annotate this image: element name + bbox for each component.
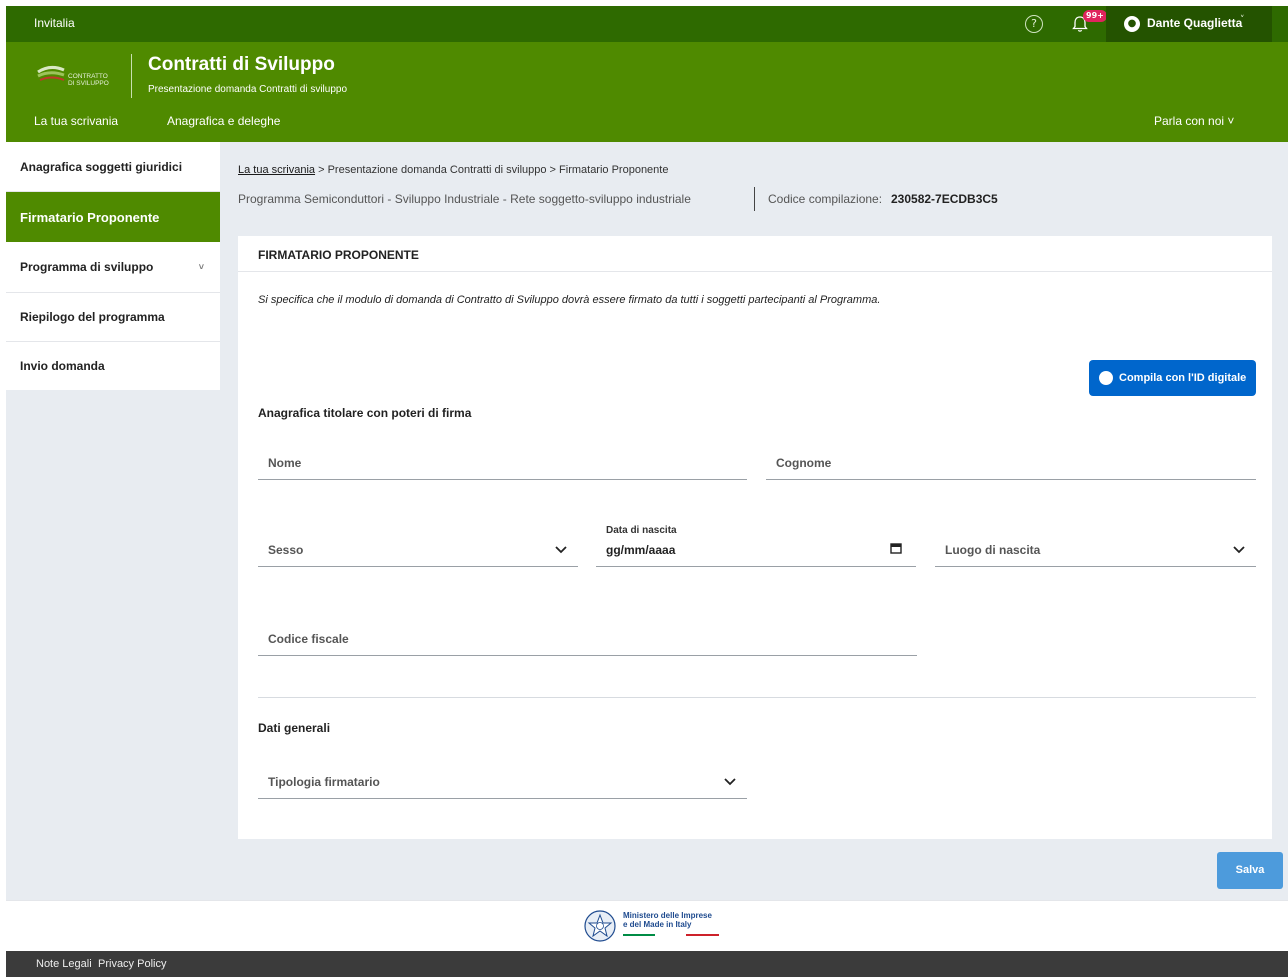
cognome-label: Cognome xyxy=(776,456,832,470)
sidebar-item-label: Anagrafica soggetti giuridici xyxy=(20,160,183,174)
code-label: Codice compilazione: xyxy=(768,192,883,206)
section-divider xyxy=(258,697,1256,698)
footer-logos: Ministero delle Imprese e del Made in It… xyxy=(6,900,1288,951)
ministry-line-2: e del Made in Italy xyxy=(623,920,692,929)
sidebar-item-anagrafica-soggetti[interactable]: Anagrafica soggetti giuridici xyxy=(6,142,220,192)
user-name: Dante Quaglietta xyxy=(1147,16,1243,30)
chevron-down-icon xyxy=(724,778,736,786)
user-avatar-icon: ● xyxy=(1124,16,1140,32)
breadcrumb-trail: > Presentazione domanda Contratti di svi… xyxy=(315,164,669,176)
parla-con-noi-menu[interactable]: Parla con noi ˅ xyxy=(1154,114,1234,128)
nome-field[interactable]: Nome xyxy=(258,450,747,480)
luogo-nascita-select[interactable]: Luogo di nascita xyxy=(935,537,1256,567)
compila-id-label: Compila con l'ID digitale xyxy=(1119,372,1247,384)
sidebar: Anagrafica soggetti giuridici Firmatario… xyxy=(6,142,220,390)
note-legali-link[interactable]: Note Legali xyxy=(36,958,92,970)
code-value: 230582-7ECDB3C5 xyxy=(891,192,998,206)
chevron-down-icon: ˅ xyxy=(1240,15,1245,25)
sesso-select[interactable]: Sesso xyxy=(258,537,578,567)
privacy-policy-link[interactable]: Privacy Policy xyxy=(98,958,166,970)
italian-republic-emblem-icon xyxy=(584,910,616,942)
sidebar-item-programma[interactable]: Programma di sviluppo ˅ xyxy=(6,242,220,293)
info-divider xyxy=(754,187,755,211)
codice-fiscale-label: Codice fiscale xyxy=(268,632,349,646)
notification-badge: 99+ xyxy=(1083,10,1107,22)
sidebar-item-label: Firmatario Proponente xyxy=(20,210,160,225)
luogo-nascita-label: Luogo di nascita xyxy=(945,543,1041,557)
sidebar-item-label: Invio domanda xyxy=(20,359,105,373)
help-icon[interactable]: ? xyxy=(1025,15,1043,33)
chevron-down-icon xyxy=(1233,546,1245,554)
flag-green-line xyxy=(623,934,655,936)
calendar-icon[interactable] xyxy=(890,542,902,554)
sesso-label: Sesso xyxy=(268,543,304,557)
card-title: FIRMATARIO PROPONENTE xyxy=(258,248,419,262)
user-circle-icon xyxy=(1099,371,1113,385)
cognome-field[interactable]: Cognome xyxy=(766,450,1256,480)
sidebar-item-label: Programma di sviluppo xyxy=(20,260,154,274)
user-menu[interactable]: ● Dante Quaglietta ˅ xyxy=(1106,6,1272,42)
section-anagrafica-title: Anagrafica titolare con poteri di firma xyxy=(258,406,472,420)
invitalia-brand[interactable]: Invitalia xyxy=(34,16,75,30)
svg-text:CONTRATTO: CONTRATTO xyxy=(68,73,108,80)
nav-scrivania[interactable]: La tua scrivania xyxy=(34,114,118,128)
save-button[interactable]: Salva xyxy=(1217,852,1283,889)
sidebar-item-riepilogo[interactable]: Riepilogo del programma xyxy=(6,293,220,342)
top-bar: Invitalia ? 99+ ● Dante Quaglietta ˅ xyxy=(6,6,1288,42)
data-nascita-field[interactable]: gg/mm/aaaa xyxy=(596,537,916,567)
tipologia-label: Tipologia firmatario xyxy=(268,775,380,789)
data-nascita-value: gg/mm/aaaa xyxy=(606,543,676,557)
app-header: CONTRATTO DI SVILUPPO Contratti di Svilu… xyxy=(6,42,1288,142)
section-dati-generali-title: Dati generali xyxy=(258,721,331,735)
data-nascita-label: Data di nascita xyxy=(606,525,677,536)
nome-label: Nome xyxy=(268,456,302,470)
flag-red-line xyxy=(686,934,719,936)
tipologia-firmatario-select[interactable]: Tipologia firmatario xyxy=(258,769,747,799)
footer-links: Note Legali Privacy Policy xyxy=(6,951,1288,977)
card-divider xyxy=(238,271,1272,272)
breadcrumb: La tua scrivania > Presentazione domanda… xyxy=(238,164,668,176)
nav-anagrafica-deleghe[interactable]: Anagrafica e deleghe xyxy=(167,114,280,128)
card-note: Si specifica che il modulo di domanda di… xyxy=(258,294,881,306)
logo-divider xyxy=(131,54,132,98)
sidebar-item-invio[interactable]: Invio domanda xyxy=(6,342,220,390)
program-info: Programma Semiconduttori - Sviluppo Indu… xyxy=(238,192,691,206)
contratto-sviluppo-logo[interactable]: CONTRATTO DI SVILUPPO xyxy=(36,58,122,98)
app-subtitle: Presentazione domanda Contratti di svilu… xyxy=(148,84,348,95)
chevron-down-icon xyxy=(555,546,567,554)
ministry-line-1: Ministero delle Imprese xyxy=(623,911,712,920)
sidebar-item-firmatario[interactable]: Firmatario Proponente xyxy=(6,192,220,242)
codice-fiscale-field[interactable]: Codice fiscale xyxy=(258,626,917,656)
compila-id-digitale-button[interactable]: Compila con l'ID digitale xyxy=(1089,360,1256,396)
svg-text:DI SVILUPPO: DI SVILUPPO xyxy=(68,80,109,87)
app-title: Contratti di Sviluppo xyxy=(148,54,335,75)
firmatario-card: FIRMATARIO PROPONENTE Si specifica che i… xyxy=(238,236,1272,839)
ministry-name: Ministero delle Imprese e del Made in It… xyxy=(623,911,712,929)
breadcrumb-home-link[interactable]: La tua scrivania xyxy=(238,164,315,176)
chevron-down-icon: ˅ xyxy=(198,262,204,272)
sidebar-item-label: Riepilogo del programma xyxy=(20,310,165,324)
